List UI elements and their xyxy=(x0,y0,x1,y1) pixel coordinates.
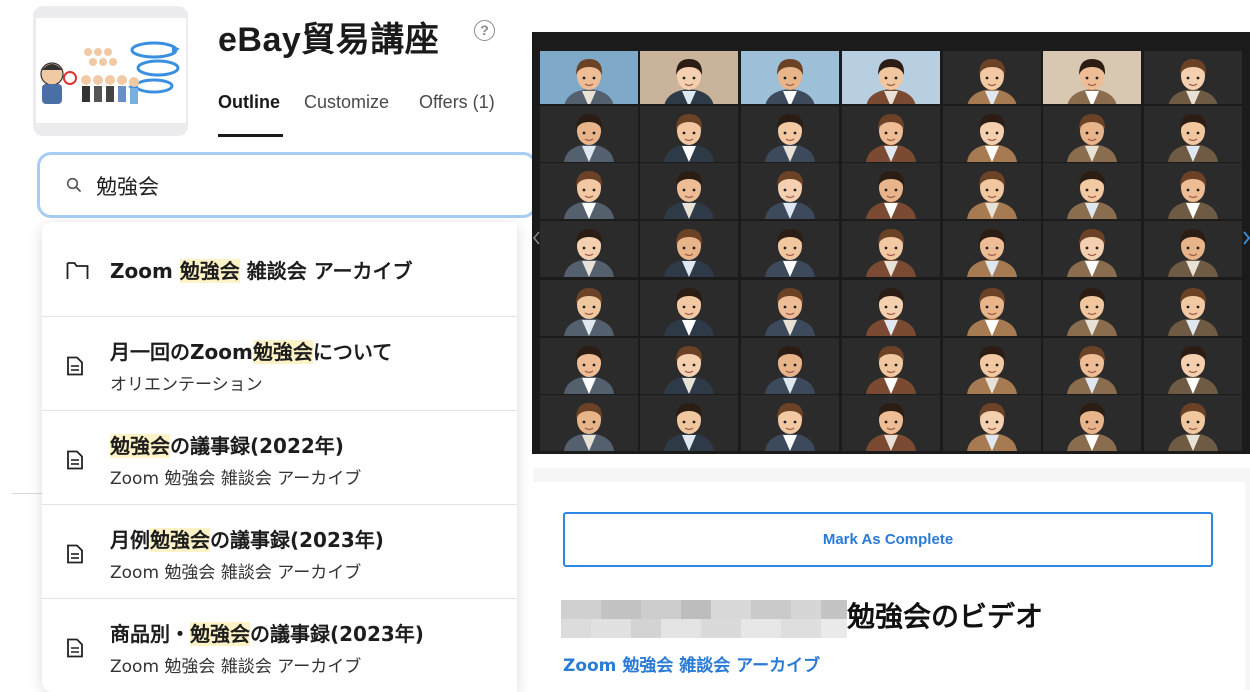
participant-tile xyxy=(842,338,940,394)
participant-tile xyxy=(943,395,1041,451)
participant-tile xyxy=(1043,280,1141,336)
tab-customize[interactable]: Customize xyxy=(304,92,389,113)
participant-tile xyxy=(1144,338,1242,394)
participant-tile xyxy=(741,106,839,162)
search-result-lesson[interactable]: 月例勉強会の議事録(2023年) Zoom 勉強会 雑談会 アーカイブ xyxy=(42,504,517,599)
course-thumbnail-image xyxy=(36,18,186,123)
participant-tile xyxy=(741,51,839,104)
participant-tile xyxy=(943,106,1041,162)
participant-tile xyxy=(1043,163,1141,219)
result-title: Zoom 勉強会 雑談会 アーカイブ xyxy=(110,259,413,283)
participant-tile xyxy=(842,106,940,162)
chevron-left-icon[interactable] xyxy=(533,231,540,245)
result-title: 商品別・勉強会の議事録(2023年) xyxy=(110,622,424,646)
participant-tile xyxy=(1144,106,1242,162)
participant-tile xyxy=(741,338,839,394)
participant-tile xyxy=(842,163,940,219)
participant-tile xyxy=(540,280,638,336)
chevron-right-icon[interactable] xyxy=(1243,231,1250,245)
participant-tile xyxy=(640,221,738,277)
result-subtitle: Zoom 勉強会 雑談会 アーカイブ xyxy=(110,563,362,583)
participant-tile xyxy=(1144,51,1242,104)
participant-tile xyxy=(640,51,738,104)
document-icon xyxy=(66,544,84,569)
document-icon xyxy=(66,638,84,663)
result-subtitle: Zoom 勉強会 雑談会 アーカイブ xyxy=(110,469,362,489)
participant-tile xyxy=(741,221,839,277)
participant-tile xyxy=(842,221,940,277)
blurred-text xyxy=(561,600,847,638)
participant-tile xyxy=(1043,395,1141,451)
search-icon xyxy=(66,177,82,198)
result-title: 月例勉強会の議事録(2023年) xyxy=(110,528,384,552)
search-result-lesson[interactable]: 月一回のZoom勉強会について オリエンテーション xyxy=(42,316,517,411)
participant-tile xyxy=(1043,51,1141,104)
search-input[interactable] xyxy=(96,170,496,202)
question-circle-icon[interactable]: ? xyxy=(474,20,495,41)
folder-icon xyxy=(66,260,90,285)
participant-tile xyxy=(1043,221,1141,277)
participant-tile xyxy=(640,395,738,451)
participant-tile xyxy=(741,163,839,219)
participant-tile xyxy=(640,163,738,219)
participant-tile xyxy=(1144,221,1242,277)
search-result-section[interactable]: Zoom 勉強会 雑談会 アーカイブ xyxy=(42,222,517,317)
participant-tile xyxy=(540,106,638,162)
participant-tile xyxy=(640,106,738,162)
participant-tile xyxy=(1144,395,1242,451)
search-result-lesson[interactable]: 勉強会の議事録(2022年) Zoom 勉強会 雑談会 アーカイブ xyxy=(42,410,517,505)
participant-tile xyxy=(540,163,638,219)
result-title: 勉強会の議事録(2022年) xyxy=(110,434,344,458)
search-result-lesson[interactable]: 商品別・勉強会の議事録(2023年) Zoom 勉強会 雑談会 アーカイブ xyxy=(42,598,517,692)
participant-tile xyxy=(540,51,638,104)
participant-tile xyxy=(1043,106,1141,162)
participant-tile xyxy=(640,280,738,336)
result-subtitle: オリエンテーション xyxy=(110,375,263,395)
document-icon xyxy=(66,356,84,381)
document-icon xyxy=(66,450,84,475)
participant-tile xyxy=(741,280,839,336)
active-tab-indicator xyxy=(218,134,283,137)
participant-tile xyxy=(943,163,1041,219)
search-results-dropdown: Zoom 勉強会 雑談会 アーカイブ 月一回のZoom勉強会について オリエンテ… xyxy=(42,222,517,692)
participant-tile xyxy=(943,221,1041,277)
participant-tile xyxy=(943,280,1041,336)
course-thumbnail[interactable] xyxy=(33,6,188,136)
participant-tile xyxy=(842,280,940,336)
participant-tile xyxy=(943,338,1041,394)
tab-offers[interactable]: Offers (1) xyxy=(419,92,495,113)
mark-complete-button[interactable]: Mark As Complete xyxy=(563,512,1213,567)
participant-tile xyxy=(540,338,638,394)
participant-tile xyxy=(1144,163,1242,219)
result-subtitle: Zoom 勉強会 雑談会 アーカイブ xyxy=(110,657,362,677)
section-link[interactable]: Zoom 勉強会 雑談会 アーカイブ xyxy=(563,651,820,676)
participant-tile xyxy=(943,51,1041,104)
lesson-title: 勉強会のビデオ xyxy=(847,600,1044,633)
participant-tile xyxy=(1144,280,1242,336)
participant-tile xyxy=(842,395,940,451)
participant-tile xyxy=(640,338,738,394)
participant-tile xyxy=(741,395,839,451)
video-player[interactable] xyxy=(532,32,1250,454)
participant-tile xyxy=(540,395,638,451)
participant-tile xyxy=(842,51,940,104)
tab-outline[interactable]: Outline xyxy=(218,92,280,113)
course-title: eBay貿易講座 xyxy=(218,21,440,59)
result-title: 月一回のZoom勉強会について xyxy=(110,340,393,364)
participant-tile xyxy=(540,221,638,277)
participant-tile xyxy=(1043,338,1141,394)
